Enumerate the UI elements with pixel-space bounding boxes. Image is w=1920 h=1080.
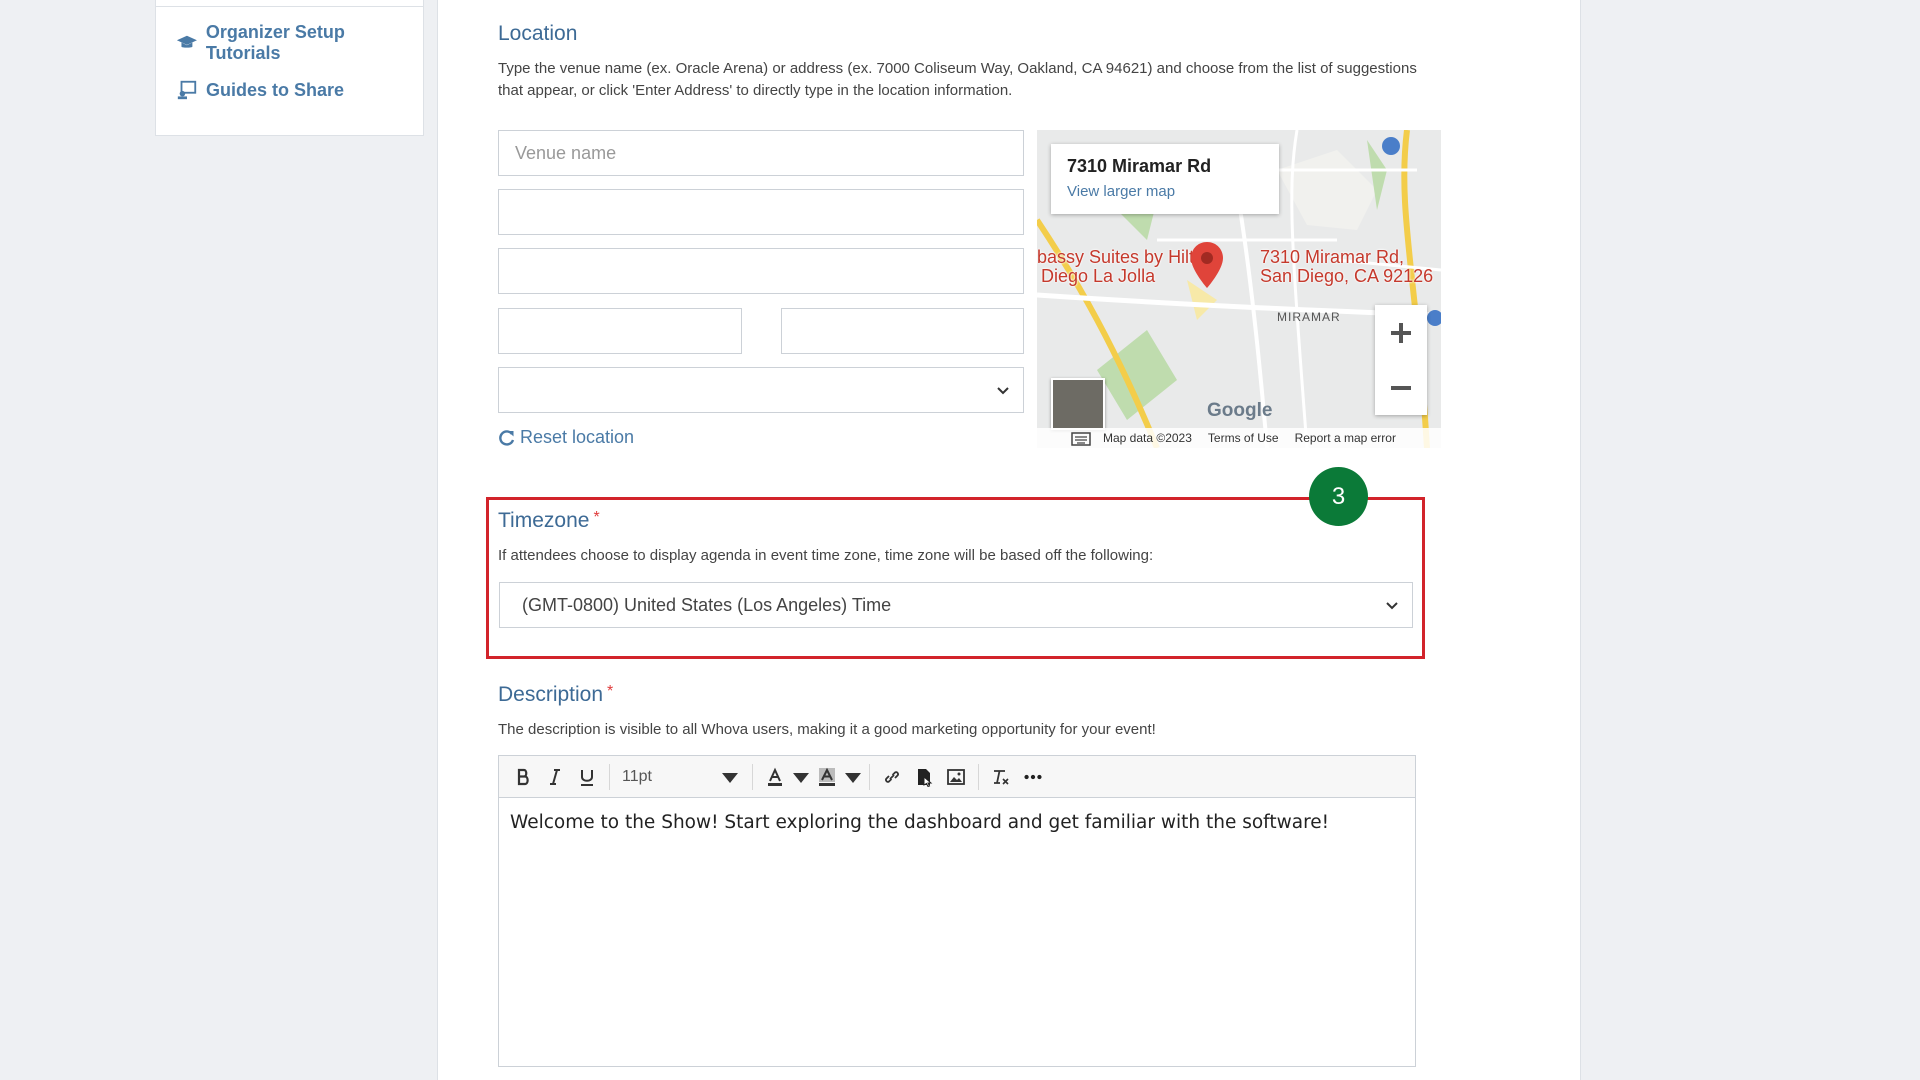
- caret-down-icon: [793, 772, 809, 783]
- editor-toolbar: 11pt: [499, 756, 1415, 798]
- report-map-error-link[interactable]: Report a map error: [1295, 431, 1396, 445]
- description-help-text: The description is visible to all Whova …: [498, 721, 1156, 738]
- toolbar-divider: [752, 763, 753, 790]
- font-size-dropdown[interactable]: 11pt: [616, 761, 746, 793]
- map-zoom-controls: [1375, 305, 1427, 415]
- description-text-area[interactable]: Welcome to the Show! Start exploring the…: [499, 798, 1415, 847]
- location-title: Location: [498, 22, 578, 45]
- map-pin-icon: [1191, 242, 1223, 288]
- document-link-button[interactable]: [908, 761, 940, 793]
- caret-down-icon: [722, 772, 738, 783]
- text-color-button[interactable]: [759, 761, 791, 793]
- map-pin-line1: 7310 Miramar Rd,: [1260, 247, 1405, 267]
- bold-icon: [517, 768, 529, 785]
- sidebar-item-label: Guides to Share: [206, 79, 345, 100]
- image-icon: [947, 768, 965, 785]
- share-guide-icon: [177, 80, 197, 100]
- more-options-button[interactable]: [1017, 761, 1049, 793]
- address-line1-input[interactable]: [498, 189, 1024, 235]
- location-help-text: Type the venue name (ex. Oracle Arena) o…: [498, 60, 1417, 99]
- sidebar-item-label: Organizer Setup Tutorials: [205, 22, 345, 63]
- graduation-cap-icon: [176, 35, 197, 48]
- caret-down-icon: [845, 772, 861, 783]
- description-title-text: Description: [498, 683, 604, 706]
- link-button[interactable]: [876, 761, 908, 793]
- underline-button[interactable]: [571, 761, 603, 793]
- text-color-dropdown[interactable]: [791, 761, 811, 793]
- sidebar-item-guides-to-share[interactable]: Guides to Share: [176, 79, 344, 101]
- country-select[interactable]: [498, 367, 1024, 413]
- map-pin-line2: San Diego, CA 92126: [1260, 266, 1434, 286]
- reset-location-label: Reset location: [520, 427, 635, 447]
- google-logo: Google: [1207, 400, 1273, 421]
- link-icon: [885, 770, 899, 783]
- map-pin-label: 7310 Miramar Rd, San Diego, CA 92126: [1260, 248, 1433, 286]
- map-info-card: 7310 Miramar Rd View larger map: [1051, 144, 1279, 214]
- image-button[interactable]: [940, 761, 972, 793]
- clear-formatting-icon: [994, 769, 1009, 785]
- step-badge: 3: [1309, 467, 1368, 526]
- required-mark: *: [607, 683, 614, 700]
- map-data-text: Map data ©2023: [1103, 431, 1192, 445]
- minus-icon: [1391, 385, 1411, 390]
- text-color-icon: [768, 767, 782, 786]
- map-area-label: MIRAMAR: [1277, 310, 1341, 324]
- background-color-icon: [819, 767, 835, 786]
- address-line2-input[interactable]: [498, 248, 1024, 294]
- keyboard-icon[interactable]: [1071, 432, 1091, 446]
- map-embed[interactable]: 7310 Miramar Rd View larger map bassy Su…: [1037, 130, 1441, 448]
- reset-location-link[interactable]: Reset location: [498, 427, 634, 448]
- description-title: Description *: [498, 683, 613, 707]
- bold-button[interactable]: [507, 761, 539, 793]
- clear-formatting-button[interactable]: [985, 761, 1017, 793]
- sidebar: Organizer Setup Tutorials Guides to Shar…: [155, 0, 424, 136]
- document-cursor-icon: [918, 768, 933, 787]
- timezone-highlight-box: [486, 497, 1425, 659]
- underline-icon: [581, 769, 593, 786]
- city-input[interactable]: [498, 308, 742, 354]
- toolbar-divider: [609, 763, 610, 790]
- satellite-view-toggle[interactable]: [1051, 378, 1105, 430]
- italic-button[interactable]: [539, 761, 571, 793]
- zoom-out-button[interactable]: [1375, 360, 1427, 415]
- background-color-button[interactable]: [811, 761, 843, 793]
- italic-icon: [550, 768, 560, 785]
- venue-name-input[interactable]: [498, 130, 1024, 176]
- sidebar-item-organizer-setup-tutorials[interactable]: Organizer Setup Tutorials: [176, 22, 423, 64]
- terms-of-use-link[interactable]: Terms of Use: [1208, 431, 1279, 445]
- description-editor: 11pt Welcome to the Show! Start explorin…: [498, 755, 1416, 1067]
- background-color-dropdown[interactable]: [843, 761, 863, 793]
- sidebar-divider: [156, 6, 423, 7]
- more-icon: [1024, 774, 1042, 779]
- zip-input[interactable]: [781, 308, 1024, 354]
- plus-icon: [1391, 322, 1411, 343]
- map-card-address: 7310 Miramar Rd: [1067, 156, 1212, 176]
- font-size-value: 11pt: [622, 767, 652, 785]
- toolbar-divider: [869, 763, 870, 790]
- map-footer: Map data ©2023 Terms of Use Report a map…: [1037, 428, 1441, 448]
- toolbar-divider: [978, 763, 979, 790]
- zoom-in-button[interactable]: [1375, 305, 1427, 360]
- chevron-down-icon: [997, 387, 1009, 395]
- refresh-icon: [499, 429, 515, 446]
- view-larger-map-link[interactable]: View larger map: [1067, 183, 1263, 200]
